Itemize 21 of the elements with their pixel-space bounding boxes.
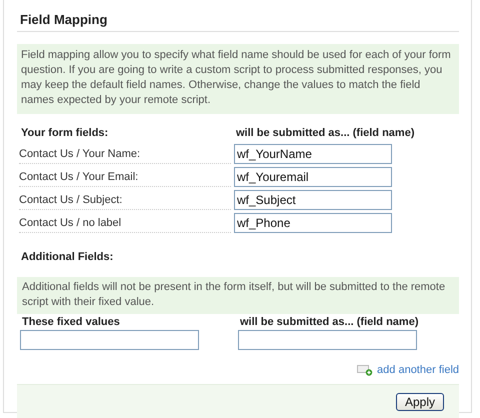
section-title: Field Mapping <box>17 10 459 32</box>
info-note: Additional fields will not be present in the form itself, but will be submitted to the remote script with their fixed value. <box>17 277 459 314</box>
field-name-input[interactable]: wf_Subject <box>234 190 392 210</box>
apply-button[interactable]: Apply <box>396 392 444 410</box>
column-header: These fixed values <box>21 315 121 330</box>
info-note: Field mapping allow you to specify what field name should be used for each of your form question. If you are going to write a custom script to process submitted responses, you may keep the default field names. Otherwise, change the values to match the field names expected by your remote script. <box>17 44 459 114</box>
add-field-link[interactable]: add another field <box>377 364 459 376</box>
column-header: Your form fields: <box>20 127 110 141</box>
column-header: will be submitted as... (field name) <box>235 127 416 141</box>
field-name-input[interactable]: wf_Phone <box>234 213 392 233</box>
field-label: Contact Us / Your Name: <box>19 144 231 164</box>
field-label: Contact Us / Your Email: <box>19 167 231 187</box>
field-name-input[interactable]: wf_Youremail <box>234 167 392 187</box>
section-heading: Additional Fields: <box>21 251 114 263</box>
field-label: Contact Us / no label <box>19 213 231 233</box>
field-name-input[interactable]: wf_YourName <box>234 144 392 164</box>
fixed-value-input[interactable] <box>20 330 199 350</box>
column-header: will be submitted as... (field name) <box>239 315 420 330</box>
add-field-icon[interactable] <box>357 364 374 376</box>
field-label: Contact Us / Subject: <box>19 190 231 210</box>
field-name-input[interactable] <box>238 330 417 350</box>
